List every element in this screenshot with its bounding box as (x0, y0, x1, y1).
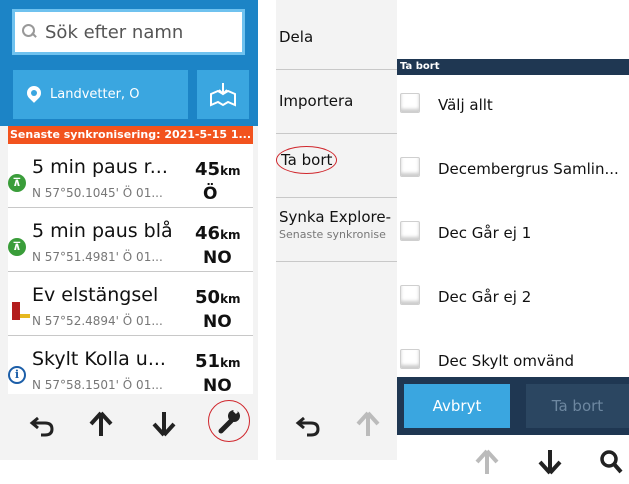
checkbox-option[interactable]: Decembergrus Samlin... (397, 125, 629, 189)
picnic-icon: ⊼ (8, 238, 26, 256)
waypoint-direction: NO (203, 248, 232, 268)
menu-item-label: Dela (279, 28, 314, 46)
menu-item-label: Ta bort (276, 146, 338, 174)
back-icon[interactable] (290, 406, 326, 442)
list-item[interactable]: ⊼ 5 min paus r... N 57°50.1045' Ö 01... … (8, 144, 253, 208)
location-label: Landvetter, O (50, 87, 140, 102)
waypoint-coordinates: N 57°50.1045' Ö 01... (32, 186, 163, 200)
menu-item-sublabel: Senaste synkronise (279, 228, 386, 241)
top-bar: Landvetter, O (0, 0, 258, 126)
checkbox-option[interactable]: Dec Går ej 1 (397, 189, 629, 253)
search-icon[interactable] (593, 444, 629, 480)
option-label: Dec Skylt omvänd (438, 352, 575, 370)
list-item[interactable]: ⊼ 5 min paus blå N 57°51.4981' Ö 01... 4… (8, 208, 253, 272)
waypoint-direction: Ö (203, 184, 218, 204)
delete-dialog: Ta bort Välj allt Decembergrus Samlin...… (397, 59, 629, 435)
delete-button[interactable]: Ta bort (526, 384, 629, 428)
waypoint-name: 5 min paus blå (32, 220, 173, 242)
menu-item-sync[interactable]: Synka Explore- Senaste synkronise (276, 198, 397, 262)
arrow-up-icon (350, 406, 386, 442)
wrench-icon[interactable] (208, 400, 250, 442)
option-label: Dec Går ej 1 (438, 224, 532, 242)
waypoint-distance: 50km (195, 287, 241, 308)
checkbox-option[interactable]: Välj allt (397, 61, 629, 125)
location-button[interactable]: Landvetter, O (13, 70, 188, 119)
checkbox[interactable] (400, 221, 420, 241)
location-pin-icon (27, 86, 41, 104)
arrow-down-icon[interactable] (146, 406, 182, 442)
waypoint-coordinates: N 57°58.1501' Ö 01... (32, 378, 163, 392)
menu-item-label: Synka Explore- (279, 208, 391, 226)
search-box[interactable] (12, 9, 245, 55)
checkbox[interactable] (400, 157, 420, 177)
info-icon: i (8, 366, 26, 384)
waypoint-coordinates: N 57°52.4894' Ö 01... (32, 314, 163, 328)
menu-item-label: Importera (279, 92, 354, 110)
waypoint-distance: 51km (195, 351, 241, 372)
waypoint-name: 5 min paus r... (32, 156, 168, 178)
option-label: Dec Går ej 2 (438, 288, 532, 306)
checkbox[interactable] (400, 285, 420, 305)
menu-item-share[interactable]: Dela (276, 6, 397, 70)
list-item[interactable]: Ev elstängsel N 57°52.4894' Ö 01... 50km… (8, 272, 253, 336)
checkbox-option[interactable]: Dec Går ej 2 (397, 253, 629, 317)
cancel-button[interactable]: Avbryt (404, 384, 510, 428)
option-label: Decembergrus Samlin... (438, 160, 619, 178)
waypoint-direction: NO (203, 312, 232, 332)
options-menu-panel: Dela Importera Ta bort Synka Explore- Se… (276, 0, 397, 460)
search-icon (21, 22, 41, 42)
checkbox[interactable] (400, 349, 420, 369)
gate-icon (12, 302, 30, 320)
waypoint-name: Skylt Kolla u... (32, 348, 166, 370)
dialog-button-bar: Avbryt Ta bort (397, 377, 629, 435)
waypoint-list-panel: Landvetter, O Senaste synkronisering: 20… (0, 0, 258, 460)
search-input[interactable] (45, 21, 235, 43)
waypoint-distance: 45km (195, 159, 241, 180)
option-label: Välj allt (438, 96, 493, 114)
waypoint-distance: 46km (195, 223, 241, 244)
waypoint-coordinates: N 57°51.4981' Ö 01... (32, 250, 163, 264)
checkbox[interactable] (400, 93, 420, 113)
list-item[interactable]: i Skylt Kolla u... N 57°58.1501' Ö 01...… (8, 336, 253, 394)
menu-item-delete[interactable]: Ta bort (276, 134, 397, 198)
map-download-icon (210, 82, 236, 107)
map-download-button[interactable] (197, 70, 249, 119)
waypoint-direction: NO (203, 376, 232, 394)
screen: Landvetter, O Senaste synkronisering: 20… (0, 0, 629, 484)
checkbox-option[interactable]: Dec Skylt omvänd (397, 317, 629, 381)
waypoint-list: ⊼ 5 min paus r... N 57°50.1045' Ö 01... … (8, 144, 253, 394)
menu-item-import[interactable]: Importera (276, 70, 397, 134)
bottom-navigation (0, 394, 258, 454)
arrow-down-icon[interactable] (532, 444, 568, 480)
waypoint-name: Ev elstängsel (32, 284, 159, 306)
dialog-navigation (397, 440, 629, 484)
arrow-up-icon (469, 444, 505, 480)
picnic-icon: ⊼ (8, 174, 26, 192)
options-navigation (276, 394, 397, 454)
back-icon[interactable] (24, 406, 60, 442)
arrow-up-icon[interactable] (83, 406, 119, 442)
sync-status-banner: Senaste synkronisering: 2021-5-15 1... (8, 126, 253, 144)
